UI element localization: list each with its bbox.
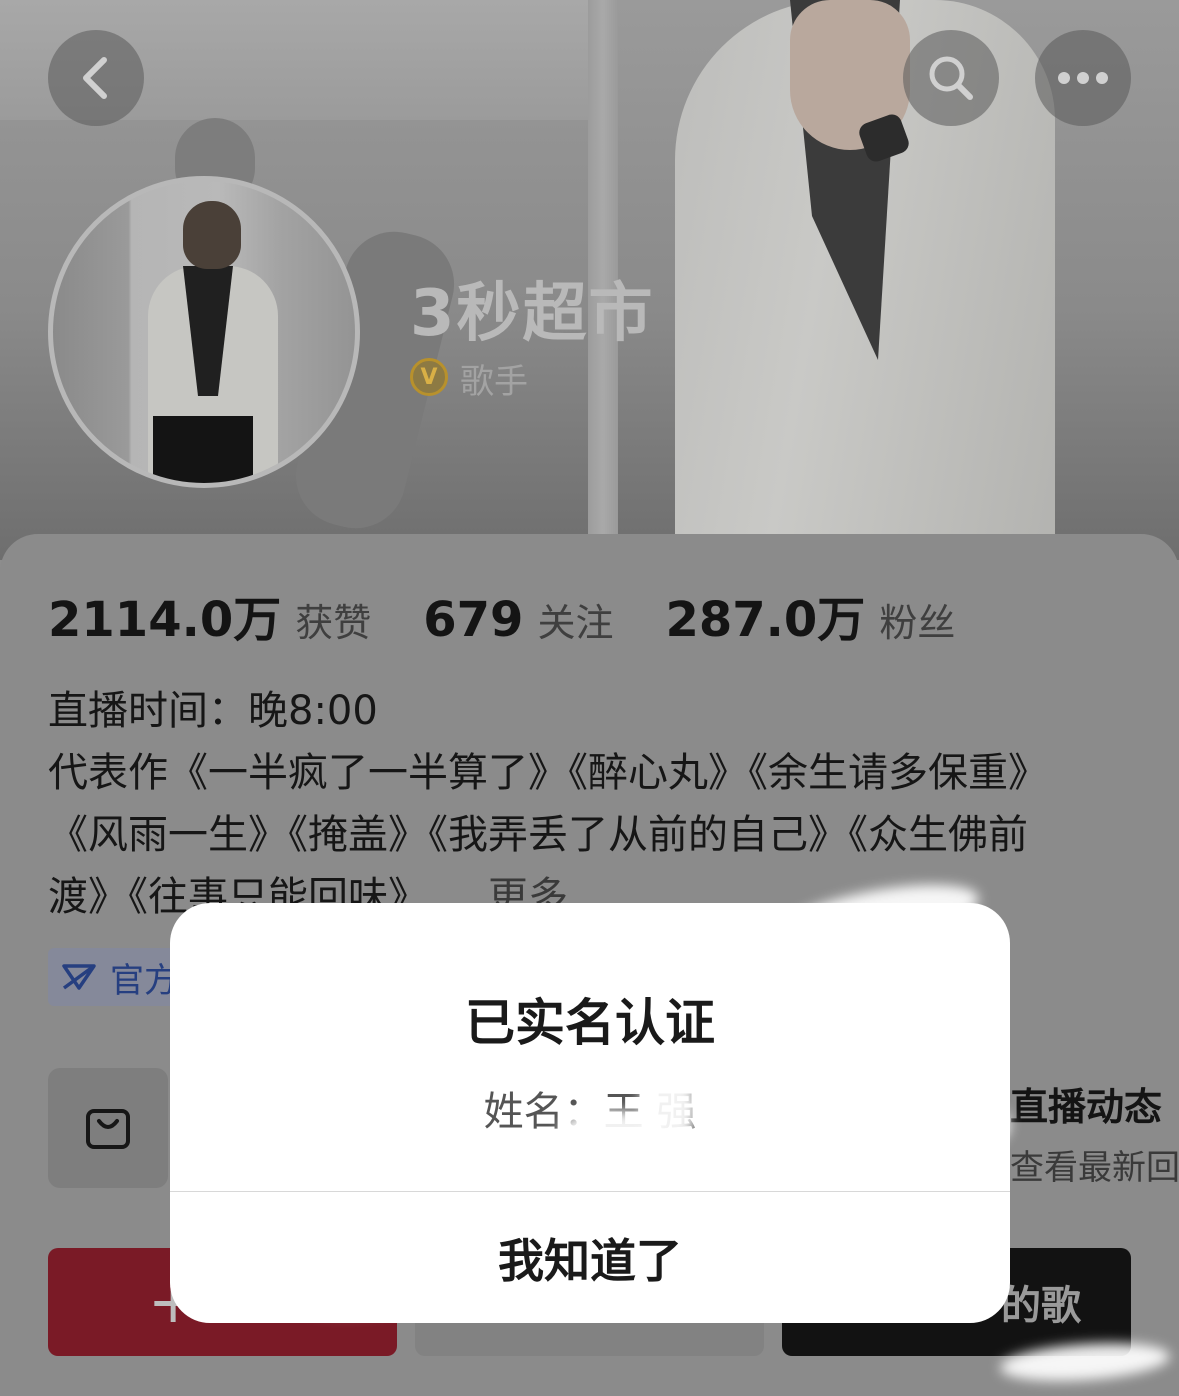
- bio-line: 直播时间：晚8:00: [48, 688, 378, 734]
- bio-line: 《风雨一生》《掩盖》《我弄丢了从前的自己》《众生佛前: [48, 812, 1028, 858]
- official-icon: [62, 964, 96, 990]
- dialog-title: 已实名认证: [465, 994, 715, 1052]
- following-label[interactable]: 关注: [537, 592, 613, 647]
- avatar-figure-head: [183, 201, 241, 269]
- bio: 直播时间：晚8:00 代表作《一半疯了一半算了》《醉心丸》《余生请多保重》 《风…: [48, 680, 1148, 928]
- chevron-left-icon: [83, 57, 107, 99]
- live-updates-subtitle: 查看最新回: [1010, 1148, 1179, 1188]
- likes-count: 2114.0万: [48, 592, 282, 648]
- live-updates-title[interactable]: 直播动态: [1010, 1076, 1162, 1131]
- followers-count[interactable]: 287.0万: [665, 580, 865, 650]
- search-button[interactable]: [903, 30, 999, 126]
- more-button[interactable]: [1035, 30, 1131, 126]
- dialog-ok-button[interactable]: 我知道了: [170, 1193, 1010, 1323]
- avatar-figure-pants: [153, 416, 253, 483]
- more-dots-icon: [1058, 72, 1108, 84]
- search-icon: [929, 56, 973, 100]
- shopping-bag-icon: [86, 1109, 130, 1149]
- stats-row: 2114.0万 获赞 679 关注 287.0万 粉丝: [48, 580, 1007, 648]
- followers-label[interactable]: 粉丝: [879, 592, 955, 647]
- official-label: 官方: [110, 960, 178, 1001]
- verified-badge-icon: V: [410, 358, 448, 396]
- back-button[interactable]: [48, 30, 144, 126]
- artist-name: 3秒超市: [410, 277, 655, 351]
- redaction-smudge: [560, 1110, 660, 1150]
- dialog-divider: [170, 1191, 1010, 1192]
- shop-tile[interactable]: [48, 1068, 168, 1188]
- artist-tag: 歌手: [460, 362, 528, 402]
- likes-label: 获赞: [295, 601, 372, 645]
- bio-line: 代表作《一半疯了一半算了》《醉心丸》《余生请多保重》: [48, 750, 1048, 796]
- redaction-smudge: [930, 1100, 1010, 1150]
- following-count[interactable]: 679: [423, 592, 523, 648]
- avatar[interactable]: [48, 176, 360, 488]
